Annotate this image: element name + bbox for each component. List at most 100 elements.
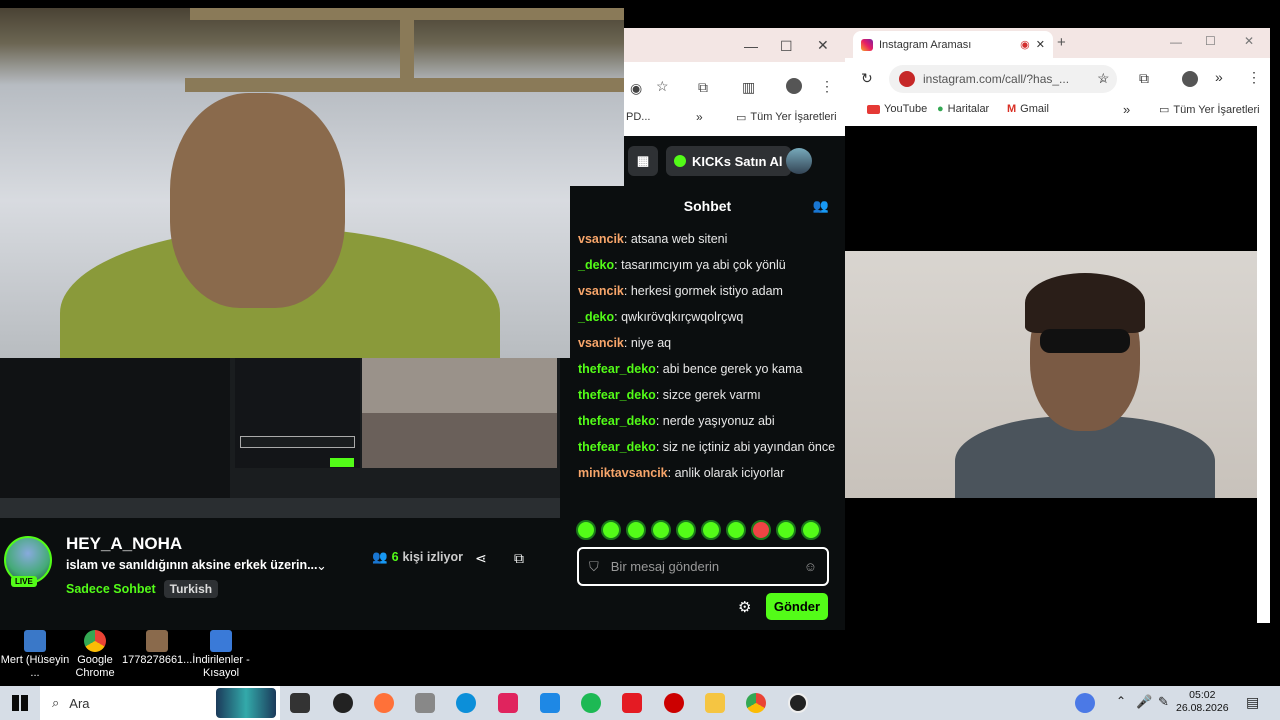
microphone-icon[interactable]: 🎤	[1136, 694, 1152, 710]
desktop-icon-chrome[interactable]: Google Chrome	[60, 630, 130, 680]
user-avatar[interactable]	[786, 148, 812, 174]
notifications-icon[interactable]: ▤	[1246, 694, 1259, 711]
chat-username[interactable]: thefear_deko	[578, 414, 656, 428]
scrollbar[interactable]	[1257, 126, 1270, 623]
emote-icon[interactable]	[726, 520, 746, 540]
send-button[interactable]: Gönder	[766, 593, 828, 620]
star-icon[interactable]: ☆	[656, 78, 669, 95]
stream-player[interactable]	[0, 358, 560, 518]
emote-icon[interactable]	[576, 520, 596, 540]
emote-icon[interactable]	[651, 520, 671, 540]
chrome-window-left: — ☐ ✕ ◉ ☆ ⧉ ▥ ⋮ PD... » ▭ Tüm Yer İşaret…	[624, 28, 845, 136]
users-icon[interactable]: 👥	[813, 198, 829, 214]
chevron-down-icon[interactable]: ⌄	[316, 558, 327, 574]
chat-message: _deko: tasarımcıyım ya abi çok yönlü	[570, 252, 845, 278]
chat-username[interactable]: miniktavsancik	[578, 466, 668, 480]
emote-icon[interactable]	[676, 520, 696, 540]
app-icon[interactable]	[498, 693, 518, 713]
chrome-icon[interactable]	[746, 693, 766, 713]
spotify-icon[interactable]	[581, 693, 601, 713]
chat-text: tasarımcıyım ya abi çok yönlü	[621, 258, 786, 272]
firefox-icon[interactable]	[374, 693, 394, 713]
pen-icon[interactable]: ✎	[1158, 694, 1169, 710]
desktop-icon-image[interactable]: 1778278661...	[122, 630, 192, 667]
chat-separator: :	[655, 388, 663, 402]
chevron-up-icon[interactable]: ⌃	[1116, 694, 1126, 708]
gear-icon[interactable]: ⚙	[738, 598, 751, 616]
bookmark-gmail[interactable]: M Gmail	[1007, 103, 1049, 115]
chrome-window-instagram: Instagram Araması ◉ ✕ + — ☐ ✕ ↻ instagra…	[845, 28, 1270, 623]
channel-name[interactable]: HEY_A_NOHA	[66, 534, 182, 554]
maximize-icon[interactable]: ☐	[1205, 34, 1216, 48]
extensions-icon[interactable]: ⧉	[698, 79, 708, 96]
search-highlight-image	[216, 688, 276, 718]
shield-icon[interactable]: ⛉	[589, 559, 599, 575]
chat-username[interactable]: _deko	[578, 258, 614, 272]
chat-username[interactable]: vsancik	[578, 336, 624, 350]
bookmark-item[interactable]: PD...	[626, 111, 650, 123]
share-icon[interactable]: ⋖	[475, 550, 487, 567]
close-icon[interactable]: ✕	[1244, 34, 1254, 48]
windows-start-icon[interactable]	[12, 695, 28, 711]
minimize-icon[interactable]: —	[1170, 35, 1182, 49]
category-link[interactable]: Sadece Sohbet	[66, 582, 156, 596]
notification-app-icon[interactable]	[1075, 693, 1095, 713]
system-clock[interactable]: 05:02 26.08.2026	[1176, 689, 1229, 715]
todo-icon[interactable]	[540, 693, 560, 713]
emote-icon[interactable]	[776, 520, 796, 540]
file-explorer-icon[interactable]	[705, 693, 725, 713]
maximize-icon[interactable]: ☐	[780, 38, 793, 55]
emote-icon[interactable]	[751, 520, 771, 540]
chatgpt-icon[interactable]	[333, 693, 353, 713]
wps-icon[interactable]	[622, 693, 642, 713]
eye-off-icon[interactable]: ◉	[630, 80, 642, 97]
layout-icon[interactable]: ▦	[628, 146, 658, 176]
files-icon[interactable]	[415, 693, 435, 713]
emote-icon[interactable]	[801, 520, 821, 540]
emote-icon[interactable]	[701, 520, 721, 540]
minimize-icon[interactable]: —	[744, 38, 758, 54]
address-bar[interactable]: instagram.com/call/?has_... ⌕	[889, 65, 1117, 93]
chat-message: miniktavsancik: anlik olarak iciyorlar	[570, 460, 845, 486]
star-icon[interactable]: ☆	[1097, 70, 1110, 87]
obs-icon[interactable]	[788, 693, 808, 713]
chevron-double-icon[interactable]: »	[1123, 102, 1130, 117]
chrome-icon	[84, 630, 106, 652]
language-tag[interactable]: Turkish	[163, 580, 219, 598]
mod-tools-icon[interactable]: ⧉	[514, 550, 524, 567]
edge-icon[interactable]	[456, 693, 476, 713]
reload-icon[interactable]: ↻	[861, 70, 873, 87]
chat-username[interactable]: thefear_deko	[578, 440, 656, 454]
bookmark-maps[interactable]: ● Haritalar	[937, 103, 989, 115]
profile-avatar[interactable]	[786, 78, 802, 94]
taskbar-search[interactable]: ⌕ Ara	[40, 686, 280, 720]
desktop-icon-downloads[interactable]: İndirilenler - Kısayol	[186, 630, 256, 680]
close-icon[interactable]: ✕	[817, 37, 829, 54]
chat-username[interactable]: _deko	[578, 310, 614, 324]
new-tab-icon[interactable]: +	[1057, 34, 1066, 51]
chat-username[interactable]: thefear_deko	[578, 388, 656, 402]
chat-username[interactable]: vsancik	[578, 232, 624, 246]
profile-avatar[interactable]	[1182, 71, 1198, 87]
all-bookmarks[interactable]: ▭ Tüm Yer İşaretleri	[736, 111, 837, 124]
chat-username[interactable]: thefear_deko	[578, 362, 656, 376]
close-tab-icon[interactable]: ✕	[1036, 38, 1045, 51]
emoji-icon[interactable]: ☺	[804, 559, 817, 574]
chat-input[interactable]: ⛉ Bir mesaj gönderin ☺	[577, 547, 829, 586]
emote-icon[interactable]	[626, 520, 646, 540]
tab-instagram[interactable]: Instagram Araması ◉ ✕	[853, 31, 1053, 58]
menu-dots-icon[interactable]: ⋮	[1247, 69, 1261, 86]
reading-list-icon[interactable]: ▥	[742, 79, 755, 96]
kicks-buy-button[interactable]: KICKs Satın Al	[666, 146, 791, 176]
menu-dots-icon[interactable]: ⋮	[820, 78, 834, 95]
chat-username[interactable]: vsancik	[578, 284, 624, 298]
bookmark-youtube[interactable]: YouTube	[867, 103, 927, 115]
maps-icon: ●	[937, 103, 944, 115]
chevron-double-icon[interactable]: »	[1215, 69, 1223, 85]
all-bookmarks[interactable]: ▭ Tüm Yer İşaretleri	[1159, 103, 1260, 117]
app-red-icon[interactable]	[664, 693, 684, 713]
task-view-icon[interactable]	[290, 693, 310, 713]
extensions-icon[interactable]: ⧉	[1139, 70, 1149, 87]
chevron-double-icon[interactable]: »	[696, 110, 703, 124]
emote-icon[interactable]	[601, 520, 621, 540]
